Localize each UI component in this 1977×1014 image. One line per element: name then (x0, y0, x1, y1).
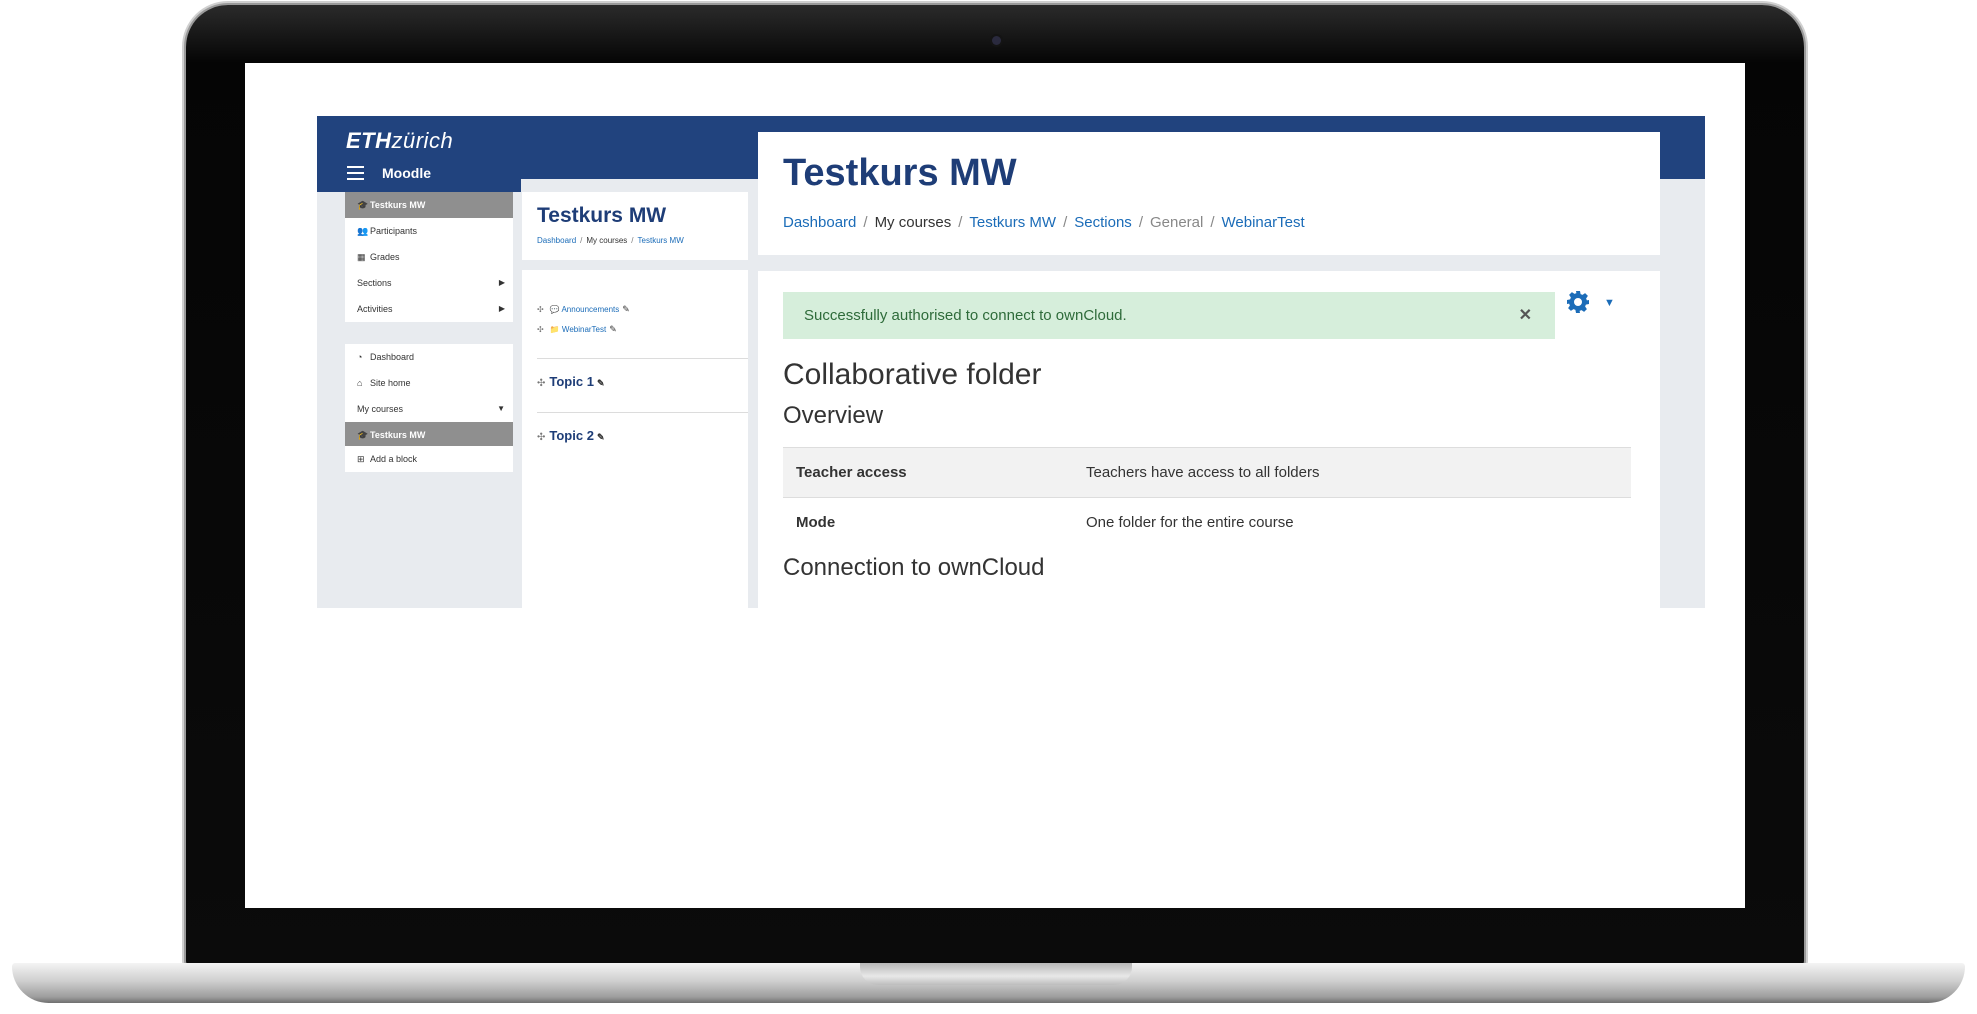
gear-icon (1567, 291, 1589, 313)
move-icon[interactable]: ✣ (537, 378, 545, 389)
chevron-down-icon: ▼ (1604, 297, 1615, 309)
moodle-page: ETHzürich Moodle 🎓 Testkurs MW 👥 Participan… (317, 116, 1705, 608)
home-icon: ⌂ (357, 378, 363, 388)
course-preview-header: Testkurs MW Dashboard / My courses / Testkur… (522, 192, 748, 270)
activity-announcements[interactable]: ✣ 💬 Announcements ✎ (537, 304, 630, 315)
nav-drawer-add-block: ⊞ Add a block (345, 446, 513, 472)
nav-item-label: Grades (370, 252, 400, 262)
dashboard-icon: ◔ (357, 352, 363, 362)
chevron-right-icon: ▶ (498, 278, 505, 287)
divider (537, 358, 748, 359)
connection-heading: Connection to ownCloud (783, 554, 1045, 581)
table-icon: ▦ (357, 252, 366, 262)
nav-item-dashboard[interactable]: ◔ Dashboard (345, 344, 513, 370)
chevron-right-icon: ▶ (498, 304, 505, 313)
folder-icon: 📁 (549, 325, 560, 334)
edit-icon[interactable]: ✎ (609, 324, 617, 334)
graduation-cap-icon: 🎓 (357, 430, 369, 440)
camera-icon (992, 36, 1001, 45)
success-alert: Successfully authorised to connect to ow… (783, 292, 1555, 339)
breadcrumb-my-courses: My courses (586, 236, 628, 245)
breadcrumb-separator: / (1063, 214, 1068, 231)
graduation-cap-icon: 🎓 (357, 200, 369, 210)
nav-item-testkurs-mw[interactable]: 🎓 Testkurs MW (345, 192, 513, 218)
nav-item-testkurs-mw[interactable]: 🎓 Testkurs MW (345, 422, 513, 448)
nav-drawer-course: 🎓 Testkurs MW 👥 Participants ▦ Grades Sections… (345, 192, 513, 322)
table-key: Mode (796, 514, 836, 531)
overview-heading: Overview (783, 402, 884, 429)
overview-table: Teacher access Teachers have access to a… (783, 447, 1631, 547)
alert-message: Successfully authorised to connect to ow… (804, 307, 1127, 324)
users-icon: 👥 (357, 226, 369, 236)
nav-item-label: Activities (357, 304, 393, 314)
page-title: Testkurs MW (783, 152, 1017, 194)
breadcrumb: Dashboard / My courses / Testkurs MW / Section… (783, 214, 1305, 231)
course-preview-breadcrumb: Dashboard / My courses / Testkurs MW (537, 236, 684, 245)
nav-drawer-site: ◔ Dashboard ⌂ Site home My courses ▼ 🎓 Testkurs… (345, 344, 513, 448)
breadcrumb-separator: / (958, 214, 963, 231)
breadcrumb-separator: / (1210, 214, 1215, 231)
breadcrumb-separator: / (1138, 214, 1143, 231)
breadcrumb-sections[interactable]: Sections (1074, 214, 1132, 231)
section-topic-1[interactable]: ✣ Topic 1 ✎ (537, 374, 604, 389)
section-topic-2[interactable]: ✣ Topic 2 ✎ (537, 428, 604, 443)
breadcrumb-testkurs-mw[interactable]: Testkurs MW (969, 214, 1056, 231)
table-value: Teachers have access to all folders (1086, 464, 1320, 481)
table-value: One folder for the entire course (1086, 514, 1294, 531)
nav-item-my-courses[interactable]: My courses ▼ (345, 396, 513, 422)
course-preview-panel: Testkurs MW Dashboard / My courses / Testkur… (522, 192, 748, 608)
plus-square-icon: ⊞ (357, 454, 365, 464)
eth-logo[interactable]: ETHzürich (346, 128, 453, 154)
table-key: Teacher access (796, 464, 907, 481)
breadcrumb-dashboard[interactable]: Dashboard (537, 236, 576, 245)
breadcrumb-separator: / (863, 214, 868, 231)
nav-item-label: Participants (370, 226, 418, 236)
chevron-down-icon: ▼ (497, 404, 505, 413)
activity-webinartest[interactable]: ✣ 📁 WebinarTest ✎ (537, 324, 617, 335)
breadcrumb-course[interactable]: Testkurs MW (638, 236, 684, 245)
page-header: Testkurs MW Dashboard / My courses / Testkur… (758, 132, 1660, 255)
main-content: Successfully authorised to connect to ow… (758, 271, 1660, 608)
nav-item-grades[interactable]: ▦ Grades (345, 244, 513, 270)
edit-icon[interactable]: ✎ (622, 304, 630, 314)
course-preview-title: Testkurs MW (537, 204, 667, 227)
nav-item-label: Testkurs MW (370, 200, 426, 210)
nav-item-label: Sections (357, 278, 392, 288)
activity-heading: Collaborative folder (783, 358, 1042, 391)
breadcrumb-my-courses: My courses (874, 214, 952, 231)
nav-item-label: Dashboard (370, 352, 415, 362)
edit-icon[interactable]: ✎ (597, 432, 605, 442)
nav-item-label: Site home (370, 378, 411, 388)
breadcrumb-dashboard[interactable]: Dashboard (783, 214, 856, 231)
site-name[interactable]: Moodle (382, 165, 431, 181)
laptop-notch (860, 963, 1132, 985)
nav-item-site-home[interactable]: ⌂ Site home (345, 370, 513, 396)
edit-icon[interactable]: ✎ (597, 378, 605, 388)
forum-icon: 💬 (549, 305, 560, 314)
laptop-screen: ETHzürich Moodle 🎓 Testkurs MW 👥 Participan… (245, 63, 1745, 908)
nav-item-activities[interactable]: Activities ▶ (345, 296, 513, 322)
breadcrumb-general: General (1149, 214, 1204, 231)
table-row: Teacher access Teachers have access to a… (783, 447, 1631, 498)
move-icon[interactable]: ✣ (537, 305, 544, 314)
nav-item-label: Testkurs MW (370, 430, 426, 440)
hamburger-menu-icon[interactable] (347, 166, 364, 180)
breadcrumb-webinartest[interactable]: WebinarTest (1222, 214, 1305, 231)
divider (537, 412, 748, 413)
table-row: Mode One folder for the entire course (783, 498, 1631, 547)
nav-item-participants[interactable]: 👥 Participants (345, 218, 513, 244)
nav-item-label: My courses (357, 404, 404, 414)
close-icon[interactable]: ✕ (1519, 292, 1532, 339)
add-block-button[interactable]: ⊞ Add a block (345, 446, 513, 472)
settings-menu-button[interactable]: ▼ (1566, 287, 1622, 319)
move-icon[interactable]: ✣ (537, 432, 545, 443)
move-icon[interactable]: ✣ (537, 325, 544, 334)
nav-item-sections[interactable]: Sections ▶ (345, 270, 513, 296)
